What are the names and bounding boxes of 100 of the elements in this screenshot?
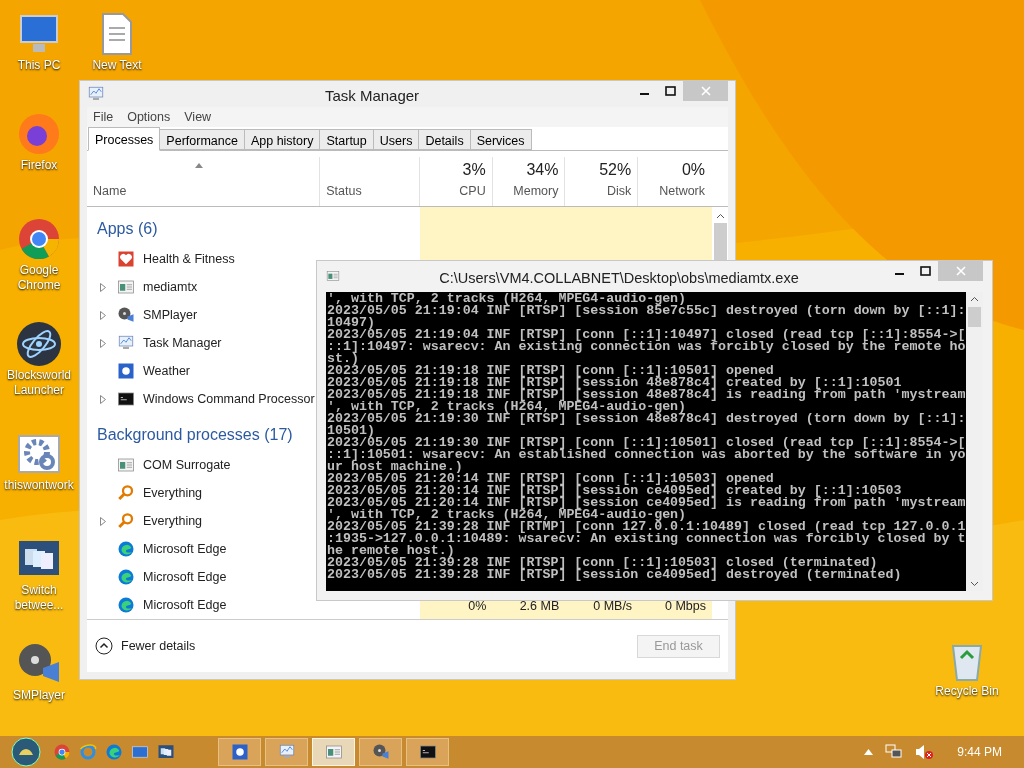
muted-speaker-icon[interactable]	[915, 744, 934, 760]
console-line: he remote host.)	[327, 545, 455, 557]
expand-arrow-icon[interactable]	[100, 338, 106, 348]
show-hidden-icons-icon[interactable]	[864, 749, 874, 755]
desktop-icon-label: New Text	[92, 58, 142, 73]
monitor-icon[interactable]	[131, 743, 149, 761]
console-line: 2023/05/05 21:39:28 INF [RTSP] [session ce4095ed] destroyed (terminated)	[327, 569, 903, 581]
browser-icon	[117, 540, 135, 559]
browser-icon[interactable]	[105, 743, 123, 761]
console-line: ur host machine.)	[327, 461, 463, 473]
console-line: ::1]:10497: wsarecv: An existing connection was forcibly closed by the remote ho	[327, 341, 966, 353]
column-header[interactable]: 52% Disk	[564, 157, 638, 207]
console-line: st.)	[327, 353, 359, 365]
process-name[interactable]: Everything	[143, 483, 203, 503]
fewer-details-button[interactable]: Fewer details	[95, 636, 196, 656]
expand-arrow-icon[interactable]	[100, 282, 106, 292]
console-line: 2023/05/05 21:20:14 INF [RTSP] [session ce4095ed] created by [::1]:10503	[327, 485, 902, 497]
tab[interactable]: Users	[372, 129, 420, 151]
column-header[interactable]: Status	[319, 157, 419, 207]
taskbar-button[interactable]	[406, 738, 449, 766]
column-label: Network	[659, 183, 706, 201]
browser-icon[interactable]	[79, 743, 97, 761]
window-icon	[117, 456, 135, 475]
console-line: 10497)	[327, 317, 375, 329]
minimize-icon	[639, 93, 649, 95]
console-line: 2023/05/05 21:19:04 INF [RTSP] [session 85e7c55c] destroyed (torn down by [::1]:	[327, 305, 966, 317]
collapse-icon	[95, 637, 113, 655]
desktop-icon-label: This PC	[17, 58, 61, 73]
process-name[interactable]: SMPlayer	[143, 305, 198, 325]
tab[interactable]: Details	[418, 129, 471, 151]
column-total: 0%	[681, 160, 706, 181]
process-name[interactable]: COM Surrogate	[143, 455, 231, 475]
menu-item[interactable]: View	[184, 107, 212, 127]
console-line: 2023/05/05 21:20:14 INF [RTSP] [conn [::1]:10503] opened	[327, 473, 774, 485]
taskbar-button[interactable]	[218, 738, 261, 766]
console-icon	[117, 390, 135, 409]
console-line: 2023/05/05 21:19:04 INF [RTSP] [conn [::1]:10497] closed (read tcp [::1]:8554->[	[327, 329, 966, 341]
magnifier-icon	[117, 512, 135, 531]
tab[interactable]: Services	[469, 129, 532, 151]
column-header[interactable]: 0% Network	[637, 157, 712, 207]
scroll-thumb[interactable]	[968, 307, 981, 327]
window-title: Task Manager	[323, 86, 421, 106]
film-reel-icon	[371, 743, 390, 761]
scroll-down-icon[interactable]	[970, 581, 979, 587]
console-line: 10501)	[327, 425, 375, 437]
console-line: 2023/05/05 21:39:28 INF [RTMP] [conn 127.0.0.1:10489] closed (read tcp 127.0.0.1	[327, 521, 966, 533]
column-total: 3%	[462, 160, 486, 181]
desktop-icon-label: Google Chrome	[16, 263, 62, 293]
column-header[interactable]: Name	[87, 157, 320, 207]
expand-arrow-icon[interactable]	[100, 516, 106, 526]
desktop-icon-label: SMPlayer	[13, 688, 65, 703]
sort-arrow-icon	[195, 163, 203, 169]
browser-icon	[117, 568, 135, 587]
console-line: 2023/05/05 21:19:30 INF [RTSP] [conn [::1]:10501] closed (read tcp [::1]:8554->[	[327, 437, 966, 449]
console-line: :1935->127.0.0.1:10489: wsarecv: An existing connection was forcibly closed by t	[327, 533, 966, 545]
console-line: ', with TCP, 2 tracks (H264, MPEG4-audio-gen)	[327, 293, 687, 305]
process-name[interactable]: Health & Fitness	[143, 249, 235, 269]
process-name[interactable]: mediamtx	[143, 277, 198, 297]
column-label: Name	[93, 183, 128, 201]
tab[interactable]: Performance	[159, 129, 245, 151]
console-line: ::1]:10501: wsarecv: An established connection was aborted by the software in yo	[327, 449, 966, 461]
menu-item[interactable]: Options	[127, 107, 171, 127]
process-name[interactable]: Windows Command Processor	[143, 389, 315, 409]
tab[interactable]: App history	[243, 129, 321, 151]
column-label: Disk	[606, 183, 632, 201]
menu-item[interactable]: File	[93, 107, 114, 127]
tab[interactable]: Startup	[319, 129, 374, 151]
process-name[interactable]: Task Manager	[143, 333, 222, 353]
window-icon	[117, 278, 135, 297]
sun-icon	[117, 362, 135, 381]
console-line: 2023/05/05 21:39:28 INF [RTSP] [conn [::1]:10503] closed (terminated)	[327, 557, 878, 569]
tab[interactable]: Processes	[88, 127, 161, 152]
column-header[interactable]: 3% CPU	[418, 157, 492, 207]
group-header: Apps (6)	[97, 219, 158, 240]
desktop-icon-label: Firefox	[20, 158, 58, 173]
column-label: CPU	[459, 183, 486, 201]
console-line: 2023/05/05 21:19:18 INF [RTSP] [session 48e878c4] created by [::1]:10501	[327, 377, 902, 389]
column-header[interactable]: 34% Memory	[491, 157, 565, 207]
process-name[interactable]: Everything	[143, 511, 203, 531]
browser-icon[interactable]	[53, 743, 71, 761]
scroll-up-icon[interactable]	[715, 213, 725, 220]
window-title: C:\Users\VM4.COLLABNET\Desktop\obs\mediamtx.exe	[438, 269, 800, 288]
scroll-up-icon[interactable]	[970, 296, 979, 302]
expand-arrow-icon[interactable]	[100, 310, 106, 320]
minimize-icon	[894, 273, 904, 275]
process-name[interactable]: Microsoft Edge	[143, 567, 227, 587]
process-name[interactable]: Microsoft Edge	[143, 539, 227, 559]
browser-icon	[117, 596, 135, 615]
process-name[interactable]: Weather	[143, 361, 190, 381]
usage-value: 2.6 MB	[519, 599, 560, 613]
process-name[interactable]: Microsoft Edge	[143, 595, 227, 615]
desktop-icon-label: thiswontwork	[4, 478, 74, 493]
sun-icon	[230, 743, 249, 761]
expand-arrow-icon[interactable]	[100, 394, 106, 404]
column-total: 52%	[599, 160, 632, 181]
windows-stack-icon[interactable]	[157, 743, 175, 761]
desktop-icon-label: Blocksworld Launcher	[6, 368, 72, 398]
atom-icon	[15, 320, 63, 368]
network-icon[interactable]	[885, 744, 904, 760]
console-line: 2023/05/05 21:19:18 INF [RTSP] [conn [::1]:10501] opened	[327, 365, 774, 377]
